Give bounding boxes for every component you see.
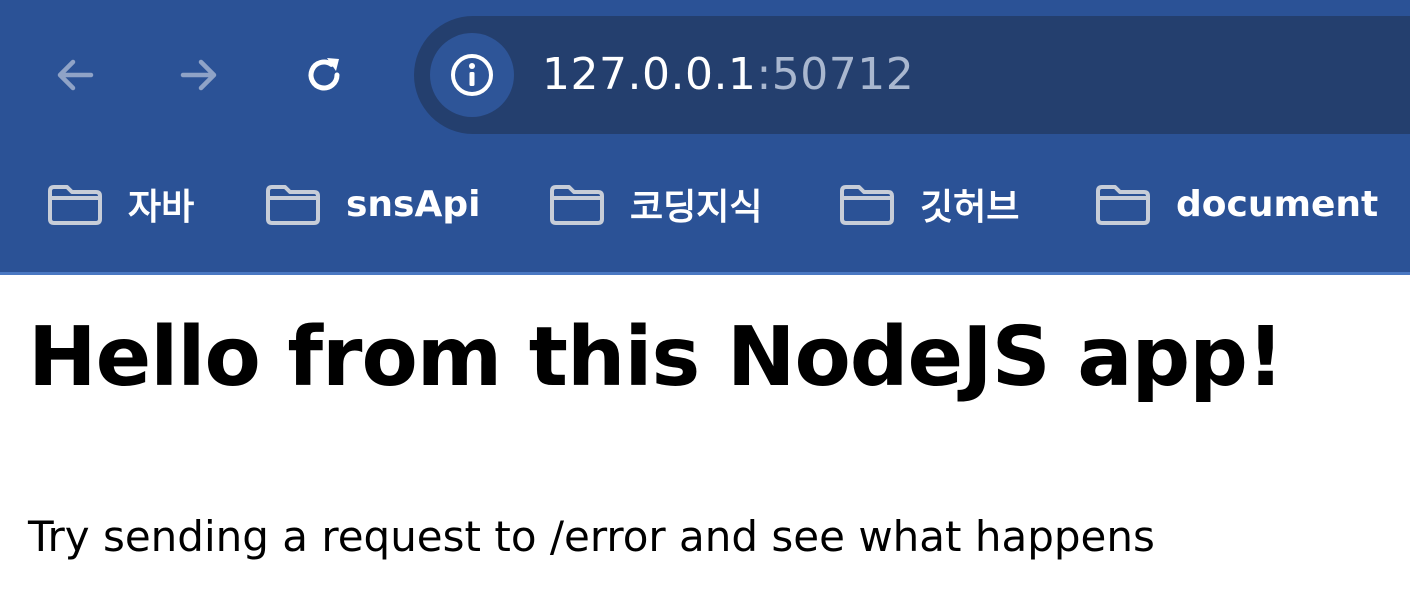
bookmark-label: 코딩지식	[630, 187, 763, 228]
reload-button[interactable]	[289, 40, 359, 110]
back-button[interactable]	[40, 40, 110, 110]
bookmark-label: snsApi	[346, 183, 481, 225]
folder-icon	[48, 185, 102, 225]
info-icon	[451, 54, 493, 96]
bookmark-folder-document[interactable]: document	[1094, 172, 1378, 236]
reload-icon	[308, 58, 340, 91]
folder-icon	[266, 185, 320, 225]
browser-chrome: 127.0.0.1:50712 자바 snsApi 코딩지식 깃허브 docum…	[0, 0, 1410, 273]
bookmark-folder-java[interactable]: 자바	[46, 172, 194, 236]
bookmark-folder-github[interactable]: 깃허브	[838, 172, 1019, 236]
page-heading: Hello from this NodeJS app!	[28, 310, 1284, 405]
url-port: :50712	[756, 49, 915, 100]
address-bar[interactable]: 127.0.0.1:50712	[414, 16, 1410, 134]
url-text[interactable]: 127.0.0.1:50712	[542, 42, 914, 108]
arrow-right-icon	[180, 59, 217, 91]
page-content: Hello from this NodeJS app! Try sending …	[0, 275, 1410, 616]
bookmark-folder-snsapi[interactable]: snsApi	[264, 172, 480, 236]
bookmark-label: 깃허브	[920, 187, 1020, 228]
bookmark-label: document	[1176, 183, 1379, 225]
bookmark-folder-coding-knowledge[interactable]: 코딩지식	[548, 172, 762, 236]
site-info-button[interactable]	[430, 33, 514, 117]
bookmarks-bar: 자바 snsApi 코딩지식 깃허브 document	[0, 160, 1410, 250]
page-paragraph: Try sending a request to /error and see …	[28, 512, 1155, 561]
arrow-left-icon	[57, 59, 94, 91]
bookmark-label: 자바	[128, 187, 195, 228]
folder-icon	[1096, 185, 1150, 225]
folder-icon	[840, 185, 894, 225]
url-host: 127.0.0.1	[542, 49, 757, 100]
forward-button[interactable]	[164, 40, 234, 110]
folder-icon	[550, 185, 604, 225]
